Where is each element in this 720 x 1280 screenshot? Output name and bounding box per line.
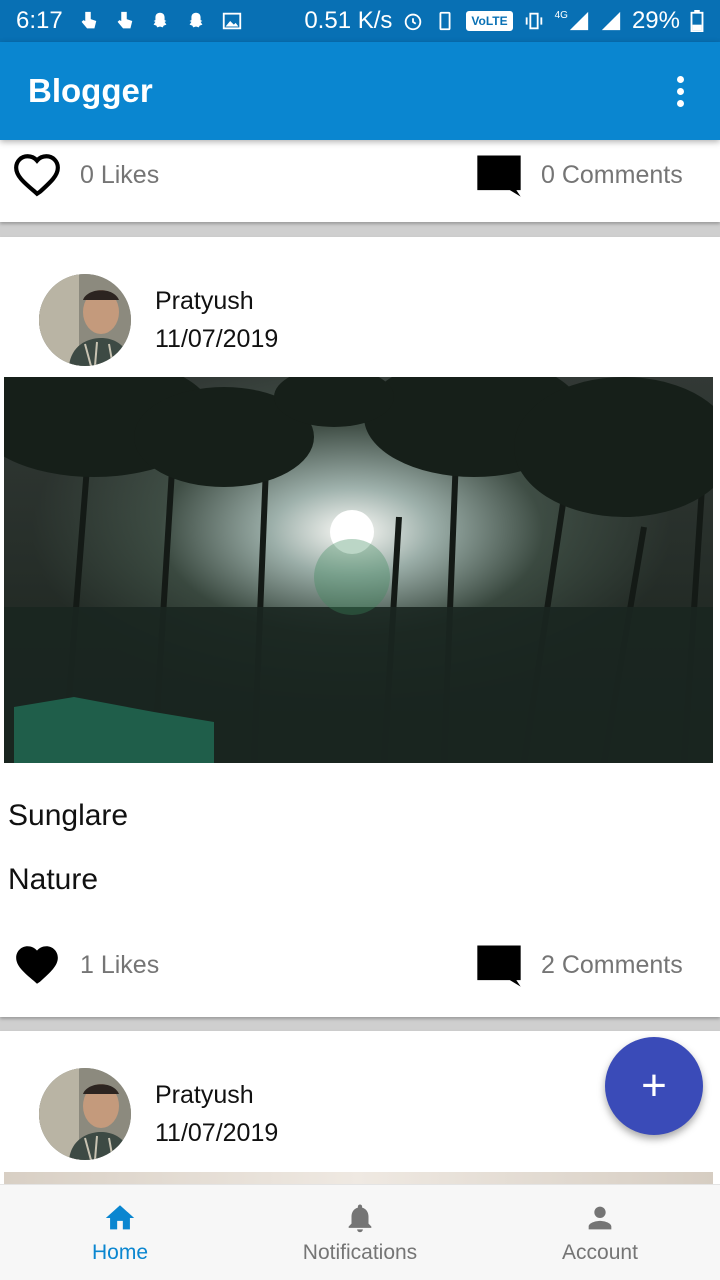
- nav-account[interactable]: Account: [480, 1185, 720, 1280]
- post-card: 0 Likes 0 Comments: [0, 140, 720, 222]
- status-time: 6:17: [16, 7, 63, 34]
- comment-icon: [477, 945, 521, 987]
- post-actions: 1 Likes 2 Comments: [0, 930, 720, 1000]
- post-author-row: Pratyush 11/07/2019: [39, 1068, 278, 1160]
- comments-button[interactable]: 2 Comments: [473, 939, 683, 991]
- battery-icon: [690, 10, 704, 32]
- post-date: 11/07/2019: [155, 325, 279, 353]
- vibrate-icon: [525, 12, 542, 30]
- dot-icon: [676, 87, 684, 95]
- post-image[interactable]: [4, 1172, 713, 1184]
- nav-account-label: Account: [562, 1240, 638, 1264]
- signal-icon: [601, 11, 621, 31]
- touch-icon: [117, 11, 132, 29]
- touch-icon: [81, 11, 96, 29]
- post-image[interactable]: [4, 377, 713, 763]
- network-speed: 0.51 K/s: [304, 7, 393, 34]
- app-title: Blogger: [28, 72, 153, 109]
- snapchat-icon: [189, 12, 203, 28]
- nav-home[interactable]: Home: [0, 1185, 240, 1280]
- avatar-photo: [39, 274, 131, 366]
- post-card: Pratyush 11/07/2019: [0, 237, 720, 1017]
- dot-icon: [676, 75, 684, 83]
- post-photo: [4, 377, 713, 763]
- person-icon: [588, 1206, 612, 1229]
- post-feed[interactable]: 0 Likes 0 Comments Pratyush 11/07/2019 S…: [0, 140, 720, 1184]
- likes-count: 0 Likes: [80, 160, 160, 189]
- home-icon: [105, 1204, 135, 1229]
- author-name: Pratyush: [155, 1081, 254, 1109]
- nav-home-label: Home: [91, 1240, 149, 1264]
- image-icon: [222, 12, 241, 30]
- bell-icon: [348, 1204, 372, 1232]
- battery-percent: 29%: [631, 7, 680, 34]
- heart-filled-icon: [16, 946, 58, 984]
- like-button[interactable]: 0 Likes: [10, 150, 159, 200]
- network-type: 4G: [554, 10, 568, 21]
- nav-notifications-label: Notifications: [302, 1240, 418, 1264]
- author-name: Pratyush: [155, 287, 254, 315]
- likes-count: 1 Likes: [80, 950, 160, 979]
- nav-notifications[interactable]: Notifications: [240, 1185, 480, 1280]
- snapchat-icon: [153, 12, 167, 28]
- app-bar: Blogger: [0, 42, 720, 140]
- plus-icon: +: [641, 1061, 667, 1110]
- dot-icon: [676, 99, 684, 107]
- signal-icon: [569, 11, 589, 31]
- post-title: Sunglare: [8, 799, 129, 832]
- comments-count: 2 Comments: [541, 950, 683, 979]
- add-post-button[interactable]: +: [605, 1037, 703, 1135]
- like-button[interactable]: 1 Likes: [10, 940, 159, 990]
- post-body: Nature: [8, 863, 99, 896]
- post-author-row: Pratyush 11/07/2019: [39, 274, 278, 366]
- comments-count: 0 Comments: [541, 160, 683, 189]
- phone-icon: [439, 11, 451, 31]
- heart-outline-icon: [14, 154, 60, 197]
- comment-icon: [477, 155, 521, 197]
- post-actions: 0 Likes 0 Comments: [0, 140, 720, 210]
- alarm-icon: [405, 13, 422, 31]
- avatar-photo: [39, 1068, 131, 1160]
- avatar[interactable]: [39, 1068, 131, 1160]
- avatar[interactable]: [39, 274, 131, 366]
- comments-button[interactable]: 0 Comments: [473, 149, 683, 201]
- status-bar: 6:17 0.51 K/s VoLTE 4G 29%: [0, 0, 720, 42]
- bottom-navigation: Home Notifications Account: [0, 1184, 720, 1280]
- post-date: 11/07/2019: [155, 1119, 279, 1147]
- overflow-menu-button[interactable]: [668, 71, 692, 111]
- volte-badge: VoLTE: [466, 11, 513, 31]
